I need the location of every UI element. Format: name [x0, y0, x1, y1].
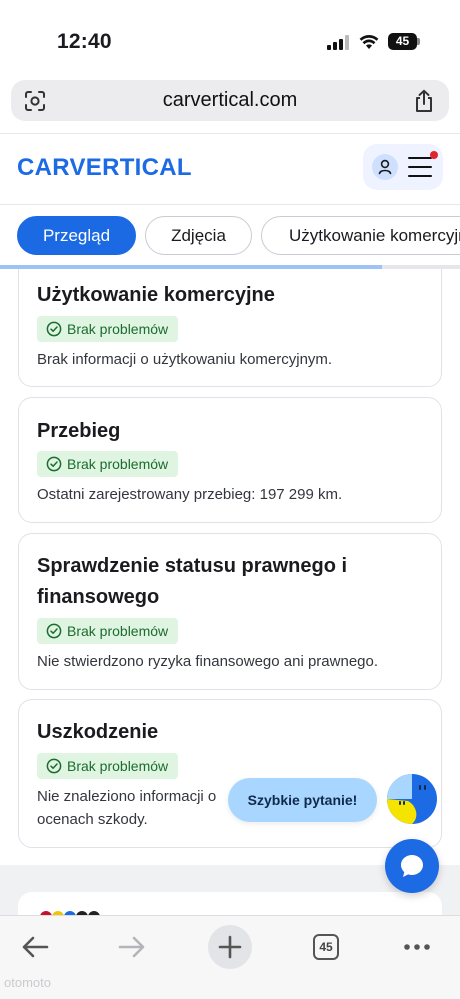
card-description-line1: Nie znaleziono informacji o — [37, 788, 217, 805]
tab-overview[interactable]: Przegląd — [17, 216, 136, 255]
badge-label: Brak problemów — [67, 456, 169, 472]
battery-level: 45 — [395, 34, 410, 48]
card-legal-financial-status: Sprawdzenie statusu prawnego i finansowe… — [18, 533, 442, 690]
menu-icon[interactable] — [408, 157, 432, 177]
card-title: Uszkodzenie — [37, 721, 159, 743]
page-settings-icon[interactable] — [24, 90, 46, 112]
badge-label: Brak problemów — [67, 623, 169, 639]
watermark: otomoto — [4, 975, 51, 990]
check-circle-icon — [46, 321, 62, 337]
carvertical-logo[interactable]: CARVERTICAL — [17, 154, 192, 182]
signal-icon — [327, 35, 351, 50]
check-circle-icon — [46, 758, 62, 774]
header-actions — [363, 144, 443, 190]
url-text[interactable]: carvertical.com — [11, 80, 449, 121]
chat-button[interactable] — [385, 839, 439, 893]
forward-icon[interactable] — [110, 925, 154, 969]
tabs-icon: 45 — [313, 934, 339, 960]
card-title-line1: Sprawdzenie statusu prawnego i — [37, 555, 348, 577]
status-bar: 12:40 45 — [0, 0, 460, 78]
share-icon[interactable] — [413, 89, 435, 113]
card-title: Przebieg — [37, 420, 121, 442]
badge-label: Brak problemów — [67, 758, 169, 774]
new-tab-button[interactable] — [208, 925, 252, 969]
card-title: Użytkowanie komercyjne — [37, 284, 275, 306]
card-damage: Uszkodzenie Brak problemów Nie znalezion… — [18, 699, 442, 848]
status-badge: Brak problemów — [37, 451, 179, 477]
plus-icon — [218, 935, 242, 959]
notification-dot — [430, 151, 438, 159]
card-description-line2: ocenach szkody. — [37, 811, 148, 828]
card-title-line2: finansowego — [37, 586, 160, 608]
quick-question-button[interactable]: Szybkie pytanie! — [228, 778, 377, 822]
chat-icon — [401, 855, 423, 877]
card-description: Brak informacji o użytkowaniu komercyjny… — [37, 351, 333, 368]
more-icon[interactable] — [395, 925, 439, 969]
status-badge: Brak problemów — [37, 753, 179, 779]
card-description: Ostatni zarejestrowany przebieg: 197 299… — [37, 486, 343, 503]
status-badge: Brak problemów — [37, 316, 179, 342]
tab-photos[interactable]: Zdjęcia — [145, 216, 252, 255]
card-commercial-use: Użytkowanie komercyjne Brak problemów Br… — [18, 269, 442, 387]
tab-commercial-use[interactable]: Użytkowanie komercyjne — [261, 216, 460, 255]
account-button[interactable] — [372, 154, 398, 180]
card-mileage: Przebieg Brak problemów Ostatni zarejest… — [18, 397, 442, 523]
badge-label: Brak problemów — [67, 321, 169, 337]
user-icon — [378, 159, 392, 175]
tabs-button[interactable]: 45 — [304, 925, 348, 969]
status-time: 12:40 — [57, 30, 112, 53]
address-bar[interactable]: carvertical.com — [11, 80, 449, 121]
back-icon[interactable] — [13, 925, 57, 969]
battery-icon: 45 — [388, 33, 420, 50]
mascot-icon[interactable] — [386, 773, 438, 825]
browser-toolbar: 45 — [0, 915, 460, 999]
section-tabs: Przegląd Zdjęcia Użytkowanie komercyjne — [0, 206, 460, 266]
check-circle-icon — [46, 623, 62, 639]
card-description: Nie stwierdzono ryzyka finansowego ani p… — [37, 653, 379, 670]
check-circle-icon — [46, 456, 62, 472]
wifi-icon — [359, 34, 379, 49]
status-badge: Brak problemów — [37, 618, 179, 644]
